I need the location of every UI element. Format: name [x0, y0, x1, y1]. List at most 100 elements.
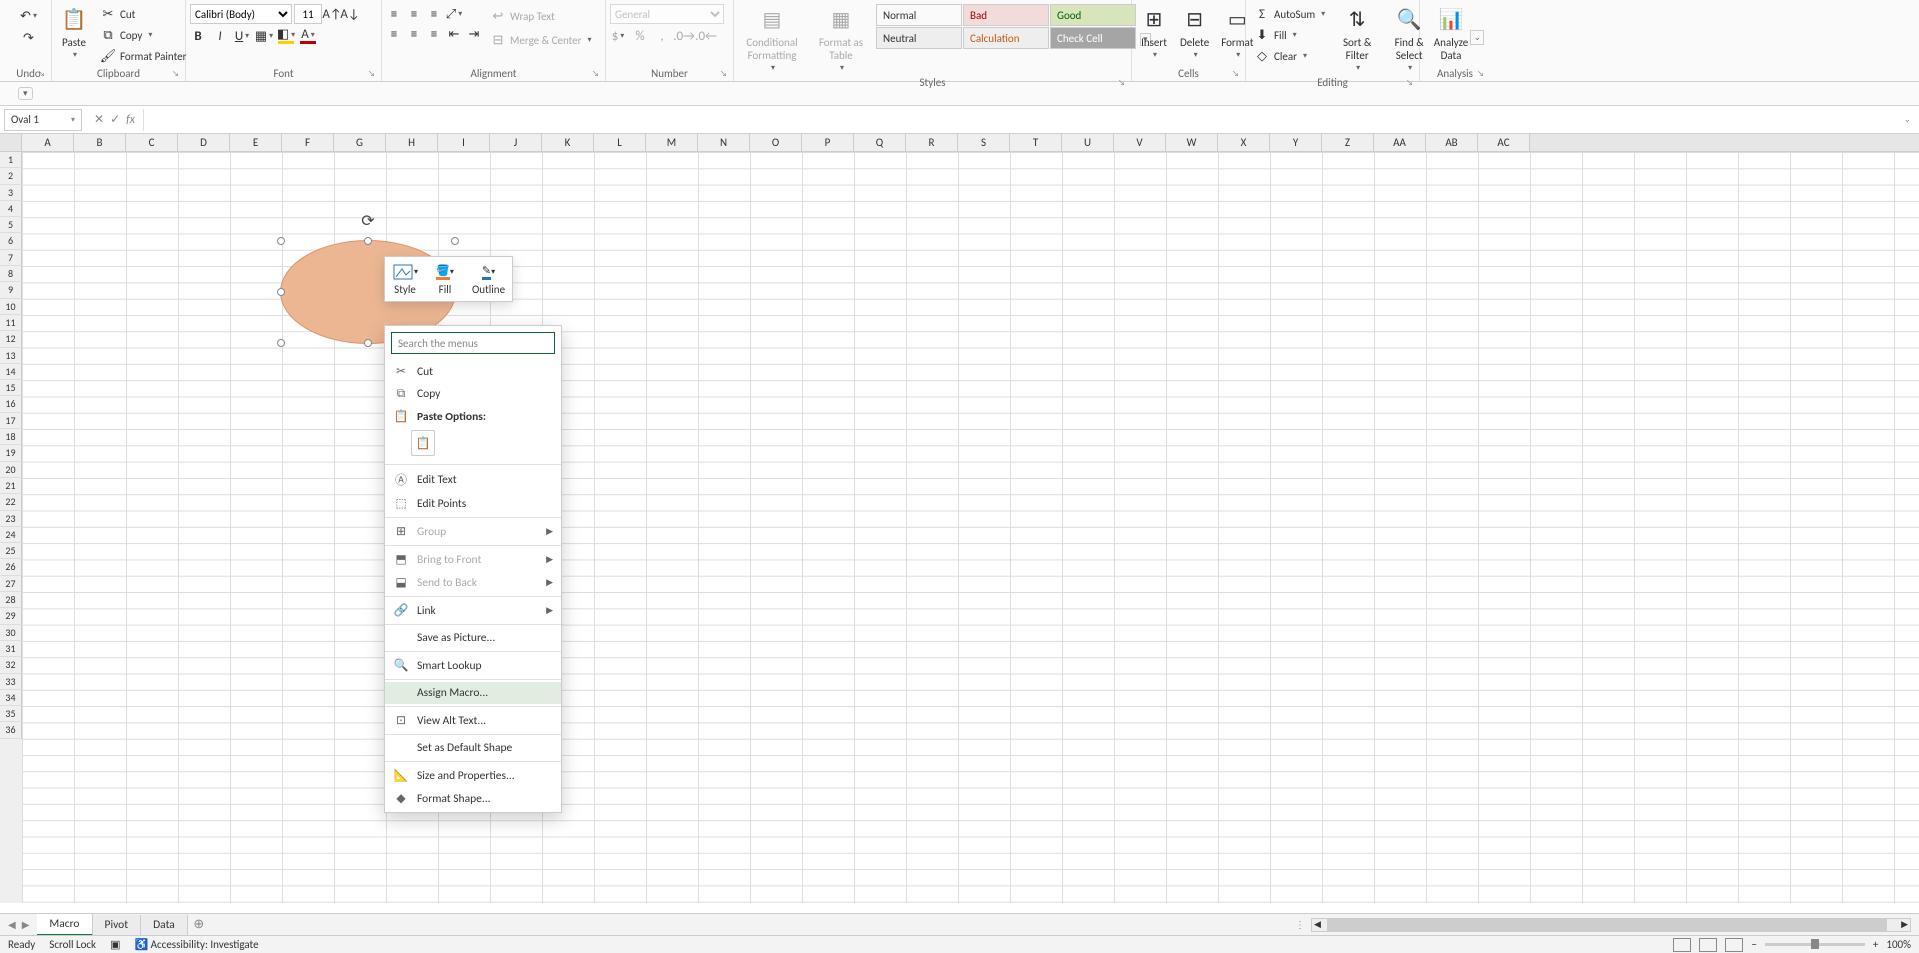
scroll-right-icon[interactable]: ▶: [1899, 919, 1910, 931]
row-header[interactable]: 14: [0, 364, 22, 380]
row-header[interactable]: 19: [0, 445, 22, 461]
decrease-font-icon[interactable]: A↓: [342, 6, 358, 22]
align-bottom-icon[interactable]: ≡: [426, 6, 442, 22]
paste-button[interactable]: 📋 Paste: [56, 4, 92, 63]
row-header[interactable]: 35: [0, 706, 22, 722]
rotate-handle-icon[interactable]: ⟳: [361, 211, 374, 231]
tab-next-icon[interactable]: ▶: [22, 918, 30, 931]
row-header[interactable]: 10: [0, 299, 22, 315]
column-header[interactable]: N: [698, 134, 750, 151]
style-bad[interactable]: Bad: [963, 4, 1049, 26]
italic-button[interactable]: I: [212, 28, 228, 44]
column-header[interactable]: B: [74, 134, 126, 151]
row-header[interactable]: 29: [0, 608, 22, 624]
column-header[interactable]: X: [1218, 134, 1270, 151]
sheet-tab-macro[interactable]: Macro: [37, 914, 92, 936]
row-header[interactable]: 31: [0, 641, 22, 657]
underline-button[interactable]: U: [234, 28, 250, 44]
cell-styles-gallery[interactable]: Normal Bad Good Neutral Calculation Chec…: [876, 4, 1136, 49]
name-box[interactable]: Oval 1▾: [4, 109, 82, 131]
align-left-icon[interactable]: ≡: [386, 26, 402, 42]
chevron-down-icon[interactable]: ▾: [71, 115, 75, 125]
tab-nav[interactable]: ◀▶: [0, 918, 37, 931]
row-header[interactable]: 30: [0, 625, 22, 641]
conditional-formatting-button[interactable]: ▤Conditional Formatting: [738, 4, 806, 76]
row-header[interactable]: 4: [0, 201, 22, 217]
menu-cut[interactable]: ✂Cut: [385, 360, 561, 383]
row-header[interactable]: 23: [0, 511, 22, 527]
menu-edit-text[interactable]: ⒶEdit Text: [385, 467, 561, 492]
wrap-text-button[interactable]: ↩Wrap Text: [486, 6, 596, 26]
style-check-cell[interactable]: Check Cell: [1050, 27, 1136, 49]
column-header[interactable]: C: [126, 134, 178, 151]
style-neutral[interactable]: Neutral: [876, 27, 962, 49]
indent-decrease-icon[interactable]: ⇤: [446, 26, 462, 42]
view-page-layout-icon[interactable]: [1699, 938, 1717, 952]
align-right-icon[interactable]: ≡: [426, 26, 442, 42]
percent-icon[interactable]: %: [632, 28, 648, 44]
formula-input[interactable]: [143, 109, 1895, 131]
column-header[interactable]: AC: [1478, 134, 1530, 151]
resize-handle-s[interactable]: [364, 339, 372, 347]
menu-size-properties[interactable]: 📐Size and Properties...: [385, 764, 561, 787]
row-header[interactable]: 3: [0, 185, 22, 201]
select-all-corner[interactable]: [0, 134, 22, 152]
column-header[interactable]: J: [490, 134, 542, 151]
row-header[interactable]: 36: [0, 722, 22, 738]
menu-view-alt-text[interactable]: ⊡View Alt Text...: [385, 709, 561, 732]
column-header[interactable]: H: [386, 134, 438, 151]
row-header[interactable]: 32: [0, 657, 22, 673]
column-header[interactable]: F: [282, 134, 334, 151]
paste-option-button[interactable]: 📋: [411, 430, 435, 456]
menu-assign-macro[interactable]: Assign Macro...: [385, 682, 561, 704]
align-center-icon[interactable]: ≡: [406, 26, 422, 42]
style-good[interactable]: Good: [1050, 4, 1136, 26]
bold-button[interactable]: B: [190, 28, 206, 44]
column-header[interactable]: E: [230, 134, 282, 151]
column-header[interactable]: S: [958, 134, 1010, 151]
autosum-button[interactable]: ΣAutoSum: [1250, 4, 1329, 24]
column-header[interactable]: V: [1114, 134, 1166, 151]
column-header[interactable]: Z: [1322, 134, 1374, 151]
row-header[interactable]: 9: [0, 282, 22, 298]
menu-default-shape[interactable]: Set as Default Shape: [385, 737, 561, 759]
column-header[interactable]: W: [1166, 134, 1218, 151]
column-header[interactable]: AB: [1426, 134, 1478, 151]
increase-font-icon[interactable]: A↑: [324, 6, 340, 22]
row-header[interactable]: 12: [0, 331, 22, 347]
view-normal-icon[interactable]: [1673, 938, 1691, 952]
cells-area[interactable]: ⟳: [22, 152, 1919, 903]
font-color-button[interactable]: A: [300, 28, 316, 44]
format-painter-button[interactable]: 🖌Format Painter: [96, 46, 190, 66]
number-format-select[interactable]: General: [610, 4, 724, 24]
menu-link[interactable]: 🔗Link▶: [385, 599, 561, 622]
column-header[interactable]: L: [594, 134, 646, 151]
column-header[interactable]: D: [178, 134, 230, 151]
copy-button[interactable]: ⧉Copy: [96, 25, 190, 45]
view-page-break-icon[interactable]: [1725, 938, 1743, 952]
menu-copy[interactable]: ⧉Copy: [385, 383, 561, 405]
mini-fill-button[interactable]: 🪣▾ Fill: [428, 260, 462, 298]
add-sheet-button[interactable]: ⊕: [188, 917, 210, 932]
column-header[interactable]: G: [334, 134, 386, 151]
row-header[interactable]: 2: [0, 168, 22, 184]
column-header[interactable]: R: [906, 134, 958, 151]
sheet-tab-pivot[interactable]: Pivot: [93, 915, 142, 935]
undo-icon[interactable]: ↶: [21, 8, 37, 24]
borders-button[interactable]: ▦: [256, 28, 272, 44]
redo-icon[interactable]: ↷: [21, 30, 37, 46]
fill-button[interactable]: ⬇Fill: [1250, 25, 1329, 45]
qat-dropdown-icon[interactable]: ▾: [18, 87, 33, 100]
row-header[interactable]: 13: [0, 348, 22, 364]
row-header[interactable]: 6: [0, 233, 22, 249]
menu-format-shape[interactable]: ◆Format Shape...: [385, 787, 561, 810]
resize-handle-w[interactable]: [277, 288, 285, 296]
row-header[interactable]: 11: [0, 315, 22, 331]
row-header[interactable]: 15: [0, 380, 22, 396]
resize-handle-nw[interactable]: [277, 237, 285, 245]
column-header[interactable]: I: [438, 134, 490, 151]
column-header[interactable]: P: [802, 134, 854, 151]
indent-increase-icon[interactable]: ⇥: [466, 26, 482, 42]
row-header[interactable]: 8: [0, 266, 22, 282]
column-header[interactable]: Y: [1270, 134, 1322, 151]
